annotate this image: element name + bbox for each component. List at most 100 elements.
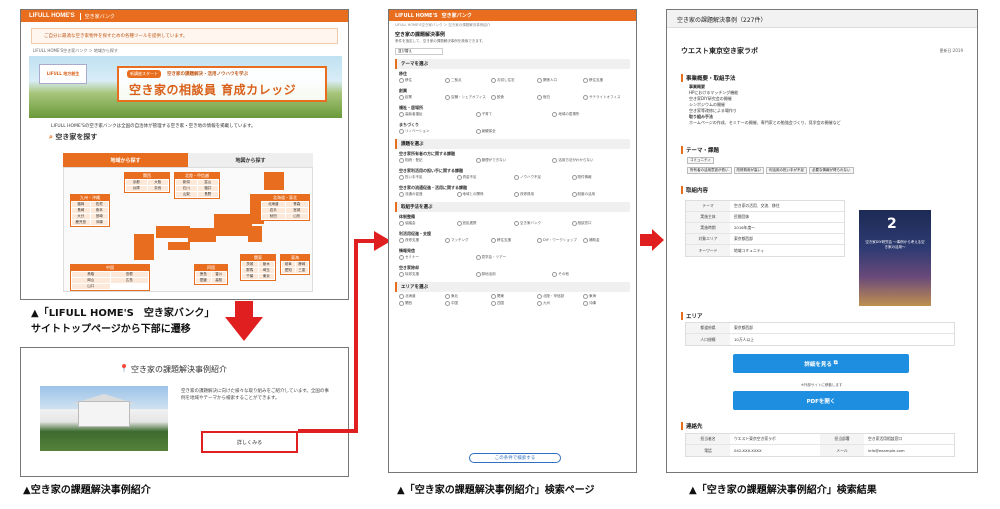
filter-checkbox[interactable]: 飲食 — [491, 95, 534, 100]
prefecture-link[interactable]: 岡山 — [72, 278, 110, 283]
prefecture-link[interactable]: 埼玉 — [258, 268, 274, 273]
details-button[interactable]: 詳しくみる — [201, 431, 298, 453]
filter-checkbox[interactable]: 改修支援 — [399, 238, 442, 243]
prefecture-link[interactable]: 山口 — [72, 284, 110, 289]
prefecture-link[interactable]: 富山 — [197, 180, 218, 185]
prefecture-link[interactable]: 兵庫 — [126, 186, 147, 191]
filter-checkbox[interactable]: 除却支援 — [399, 272, 473, 277]
prefecture-link[interactable]: 茨城 — [242, 262, 258, 267]
map-kanto[interactable] — [248, 226, 262, 242]
prefecture-link[interactable]: 長野 — [197, 192, 218, 197]
filter-checkbox[interactable]: その他 — [552, 272, 626, 277]
prefecture-link[interactable]: 岩手 — [262, 208, 285, 213]
map-shikoku[interactable] — [168, 242, 190, 250]
site-logo[interactable]: LIFULL HOME'S — [29, 13, 75, 19]
filter-checkbox[interactable]: 地域との関係 — [457, 192, 512, 197]
prefecture-link[interactable]: 熊本 — [90, 208, 108, 213]
prefecture-link[interactable]: 愛媛 — [196, 278, 211, 283]
filter-checkbox[interactable]: 補助金 — [583, 238, 626, 243]
filter-checkbox[interactable]: 移住 — [399, 78, 442, 83]
prefecture-link[interactable]: 栃木 — [258, 262, 274, 267]
prefecture-link[interactable]: 宮城 — [285, 208, 308, 213]
prefecture-link[interactable]: 岐阜 — [282, 262, 295, 267]
filter-checkbox[interactable]: サテライトオフィス — [583, 95, 626, 100]
tab-region[interactable]: 地域から探す — [63, 153, 188, 167]
filter-checkbox[interactable]: 移住支援 — [583, 78, 626, 83]
prefecture-link[interactable]: 群馬 — [242, 268, 258, 273]
prefecture-link[interactable]: 愛知 — [282, 268, 295, 273]
breadcrumb[interactable]: LIFULL HOME'S空き家バンク ＞ 空き家の課題解決事例紹介 — [389, 21, 636, 30]
tab-map[interactable]: 地図から探す — [188, 153, 313, 167]
search-button[interactable]: この条件で検索する — [469, 453, 561, 463]
filter-checkbox[interactable]: 九州 — [537, 301, 580, 306]
filter-checkbox[interactable]: 相続・登記 — [399, 158, 473, 163]
filter-checkbox[interactable]: 宿泊 — [537, 95, 580, 100]
map-hokkaido[interactable] — [264, 172, 284, 190]
site-logo[interactable]: LIFULL HOME'S — [395, 13, 438, 19]
filter-checkbox[interactable]: 物件情報 — [572, 175, 627, 180]
filter-checkbox[interactable]: セミナー — [399, 255, 473, 260]
filter-checkbox[interactable]: 中国 — [445, 301, 488, 306]
map-kyushu[interactable] — [134, 234, 154, 260]
prefecture-link[interactable]: 大阪 — [147, 180, 168, 185]
prefecture-link[interactable]: 佐賀 — [90, 202, 108, 207]
filter-checkbox[interactable]: お試し住宅 — [491, 78, 534, 83]
filter-checkbox[interactable]: 北陸・甲信越 — [537, 294, 580, 299]
map-chubu[interactable] — [214, 214, 252, 236]
detail-button[interactable]: 詳細を見る ⧉ — [733, 354, 909, 373]
filter-checkbox[interactable]: 店舗・シェアオフィス — [445, 95, 488, 100]
pdf-button[interactable]: PDFを開く — [733, 391, 909, 410]
prefecture-link[interactable]: 沖縄 — [90, 220, 108, 225]
filter-checkbox[interactable]: 跡地活用 — [476, 272, 550, 277]
filter-checkbox[interactable]: 北海道 — [399, 294, 442, 299]
filter-checkbox[interactable]: 担い手不足 — [399, 175, 454, 180]
filter-checkbox[interactable]: リノベーション — [399, 129, 473, 134]
prefecture-link[interactable]: 石川 — [176, 186, 197, 191]
sort-select[interactable]: 並び替え — [395, 48, 443, 55]
prefecture-link[interactable]: 福井 — [197, 186, 218, 191]
prefecture-link[interactable]: 鳥取 — [72, 272, 110, 277]
prefecture-link[interactable]: 大分 — [72, 214, 90, 219]
filter-checkbox[interactable]: 地域の居場所 — [552, 112, 626, 117]
prefecture-link[interactable]: 徳島 — [196, 272, 211, 277]
prefecture-link[interactable]: 香川 — [211, 272, 226, 277]
filter-checkbox[interactable]: DIY・ワークショップ — [537, 238, 580, 243]
filter-checkbox[interactable]: マッチング — [445, 238, 488, 243]
filter-checkbox[interactable]: 関西 — [399, 301, 442, 306]
prefecture-link[interactable]: 高知 — [211, 278, 226, 283]
filter-checkbox[interactable]: 相談窓口 — [572, 221, 627, 226]
prefecture-link[interactable]: 長崎 — [72, 208, 90, 213]
prefecture-link[interactable]: 京都 — [126, 180, 147, 185]
prefecture-link[interactable]: 山形 — [285, 214, 308, 219]
filter-checkbox[interactable]: 空き家バンク — [514, 221, 569, 226]
filter-checkbox[interactable]: 活用方法がわからない — [552, 158, 626, 163]
map-chugoku[interactable] — [156, 226, 190, 238]
filter-checkbox[interactable]: 管理ができない — [476, 158, 550, 163]
filter-checkbox[interactable]: 景観保全 — [476, 129, 550, 134]
filter-checkbox[interactable]: 改修費用 — [514, 192, 569, 197]
filter-checkbox[interactable]: 見学会・ツアー — [476, 255, 550, 260]
filter-checkbox[interactable]: 東北 — [445, 294, 488, 299]
prefecture-link[interactable]: 奈良 — [147, 186, 168, 191]
prefecture-link[interactable]: 山梨 — [176, 192, 197, 197]
prefecture-link[interactable]: 鹿児島 — [72, 220, 90, 225]
filter-checkbox[interactable]: 資金不足 — [457, 175, 512, 180]
filter-checkbox[interactable]: 関東 — [491, 294, 534, 299]
prefecture-link[interactable]: 北海道 — [262, 202, 285, 207]
prefecture-link[interactable]: 宮崎 — [90, 214, 108, 219]
prefecture-link[interactable]: 東京 — [258, 274, 274, 279]
filter-checkbox[interactable]: 二拠点 — [445, 78, 488, 83]
filter-checkbox[interactable]: ノウハウ不足 — [514, 175, 569, 180]
map-kansai[interactable] — [188, 228, 216, 242]
prefecture-link[interactable]: 秋田 — [262, 214, 285, 219]
filter-checkbox[interactable]: 子育て — [476, 112, 550, 117]
filter-checkbox[interactable]: 制度の活用 — [572, 192, 627, 197]
filter-checkbox[interactable]: 高齢者福祉 — [399, 112, 473, 117]
filter-checkbox[interactable]: 官民連携 — [457, 221, 512, 226]
prefecture-link[interactable]: 千葉 — [242, 274, 258, 279]
filter-checkbox[interactable]: 関係人口 — [537, 78, 580, 83]
filter-checkbox[interactable]: 協議会 — [399, 221, 454, 226]
filter-checkbox[interactable]: 起業 — [399, 95, 442, 100]
filter-checkbox[interactable]: 流通の促進 — [399, 192, 454, 197]
college-banner[interactable]: LIFULL 地方創生 新講座スタート 空き家の課題解決・活用ノウハウを学ぶ 空… — [29, 56, 342, 118]
